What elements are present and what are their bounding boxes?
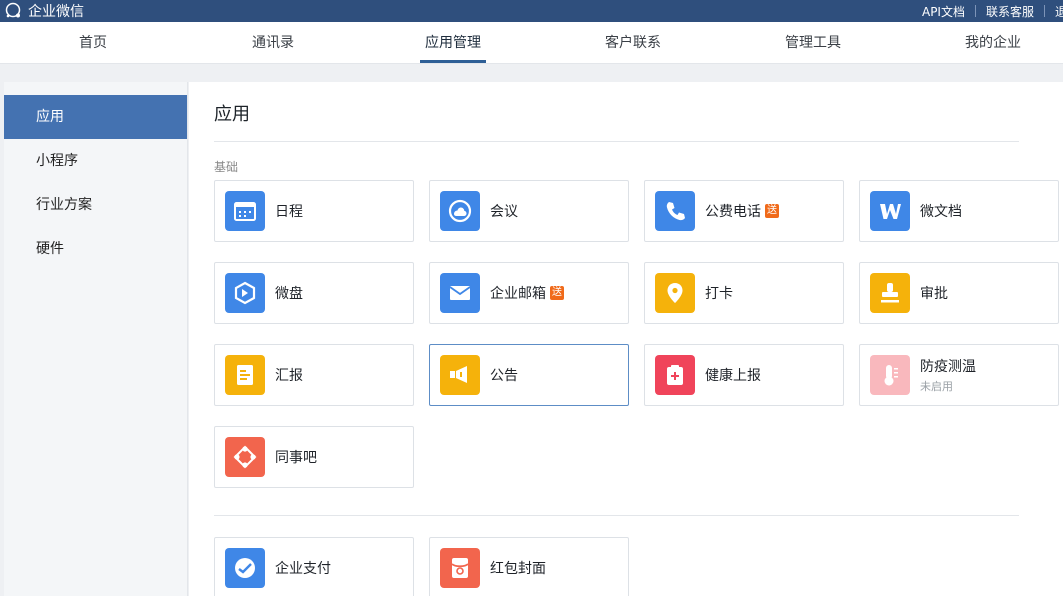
app-name: 企业支付 (275, 561, 331, 577)
app-icon-box (225, 437, 265, 477)
nav-app-management[interactable]: 应用管理 (398, 22, 508, 64)
doc-icon (880, 204, 901, 219)
app-card-drive[interactable]: 微盘 (214, 262, 414, 324)
sidebar-item-hardware[interactable]: 硬件 (4, 227, 187, 271)
app-icon-box (655, 355, 695, 395)
logout-link[interactable]: 退 (1045, 3, 1063, 20)
app-card-temperature[interactable]: 防疫测温 未启用 (859, 344, 1059, 406)
app-card-phone[interactable]: 公费电话送 (644, 180, 844, 242)
app-icon-box (440, 191, 480, 231)
app-card-schedule[interactable]: 日程 (214, 180, 414, 242)
divider (214, 515, 1019, 516)
nav-management-tools[interactable]: 管理工具 (758, 22, 868, 64)
app-card-mail[interactable]: 企业邮箱送 (429, 262, 629, 324)
nav-my-company[interactable]: 我的企业 (938, 22, 1048, 64)
calendar-icon (234, 202, 256, 221)
top-links: API文档 联系客服 退 (912, 0, 1063, 22)
redpacket-icon (451, 558, 469, 578)
app-name: 公费电话 (705, 204, 761, 220)
app-name: 同事吧 (275, 450, 317, 466)
app-name: 红包封面 (490, 561, 546, 577)
app-card-report[interactable]: 汇报 (214, 344, 414, 406)
sidebar-item-mini-programs[interactable]: 小程序 (4, 139, 187, 183)
nav-contacts[interactable]: 通讯录 (218, 22, 328, 64)
app-name: 打卡 (705, 286, 733, 302)
pay-icon (235, 558, 255, 578)
app-name: 日程 (275, 204, 303, 220)
app-icon-box (225, 355, 265, 395)
drive-icon (234, 281, 256, 305)
app-icon-box (870, 191, 910, 231)
app-status: 未启用 (920, 380, 953, 393)
app-icon-box (655, 191, 695, 231)
app-icon-box (870, 273, 910, 313)
thermometer-icon (884, 365, 898, 386)
app-name: 汇报 (275, 368, 303, 384)
app-icon-box (440, 273, 480, 313)
app-card-health-report[interactable]: 健康上报 (644, 344, 844, 406)
main-panel: 应用 基础 日程 会议 公费电话送 微文档 微盘 企业邮箱 送 打卡 审批 汇报… (189, 82, 1063, 596)
app-title: 企业微信 (28, 4, 84, 20)
app-card-checkin[interactable]: 打卡 (644, 262, 844, 324)
app-name: 健康上报 (705, 368, 761, 384)
nav-home[interactable]: 首页 (38, 22, 148, 64)
app-icon-box (440, 548, 480, 588)
health-icon (667, 365, 683, 385)
app-card-red-packet[interactable]: 红包封面 (429, 537, 629, 596)
wecom-logo-icon (5, 2, 21, 18)
community-icon (233, 445, 257, 469)
megaphone-icon (450, 366, 467, 383)
app-logo[interactable]: 企业微信 (4, 0, 84, 22)
app-name: 公告 (490, 368, 518, 384)
app-icon-box (870, 355, 910, 395)
app-card-payment[interactable]: 企业支付 (214, 537, 414, 596)
sidebar-item-industry-solutions[interactable]: 行业方案 (4, 183, 187, 227)
app-name: 企业邮箱 (490, 286, 546, 302)
app-card-docs[interactable]: 微文档 (859, 180, 1059, 242)
app-card-community[interactable]: 同事吧 (214, 426, 414, 488)
app-name: 防疫测温 (920, 359, 976, 375)
nav-customer-contact[interactable]: 客户联系 (578, 22, 688, 64)
main-nav: 首页 通讯录 应用管理 客户联系 管理工具 我的企业 (0, 22, 1063, 64)
contact-support-link[interactable]: 联系客服 (976, 3, 1044, 20)
app-name: 微文档 (920, 204, 962, 220)
app-card-announcement[interactable]: 公告 (429, 344, 629, 406)
app-name: 微盘 (275, 286, 303, 302)
app-icon-box (655, 273, 695, 313)
location-icon (667, 283, 683, 303)
app-card-approval[interactable]: 审批 (859, 262, 1059, 324)
app-icon-box (225, 191, 265, 231)
stamp-icon (881, 283, 899, 303)
app-card-meeting[interactable]: 会议 (429, 180, 629, 242)
phone-icon (666, 202, 685, 221)
app-icon-box (225, 548, 265, 588)
mail-icon (449, 286, 471, 300)
divider (214, 141, 1019, 142)
report-icon (237, 365, 253, 385)
app-icon-box (440, 355, 480, 395)
top-bar: 企业微信 API文档 联系客服 退 (0, 0, 1063, 22)
section-label: 基础 (214, 160, 239, 174)
app-icon-box (225, 273, 265, 313)
page-title: 应用 (214, 104, 250, 125)
gift-badge: 送 (550, 286, 564, 300)
api-docs-link[interactable]: API文档 (912, 3, 975, 20)
sidebar: 应用 小程序 行业方案 硬件 (4, 82, 188, 596)
meeting-icon (448, 199, 472, 223)
app-name: 会议 (490, 204, 518, 220)
app-name: 审批 (920, 286, 948, 302)
gift-badge: 送 (765, 204, 779, 218)
sidebar-item-apps[interactable]: 应用 (4, 95, 187, 139)
